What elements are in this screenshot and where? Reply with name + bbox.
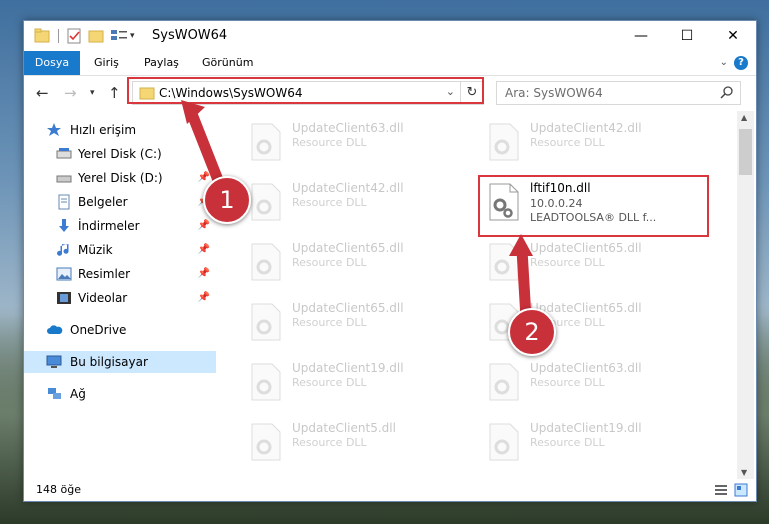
callout-arrows bbox=[181, 100, 533, 324]
callout-marker-2: 2 bbox=[508, 308, 556, 356]
callout-marker-1: 1 bbox=[203, 176, 251, 224]
arrow-1 bbox=[181, 100, 224, 186]
arrow-2 bbox=[509, 234, 533, 324]
